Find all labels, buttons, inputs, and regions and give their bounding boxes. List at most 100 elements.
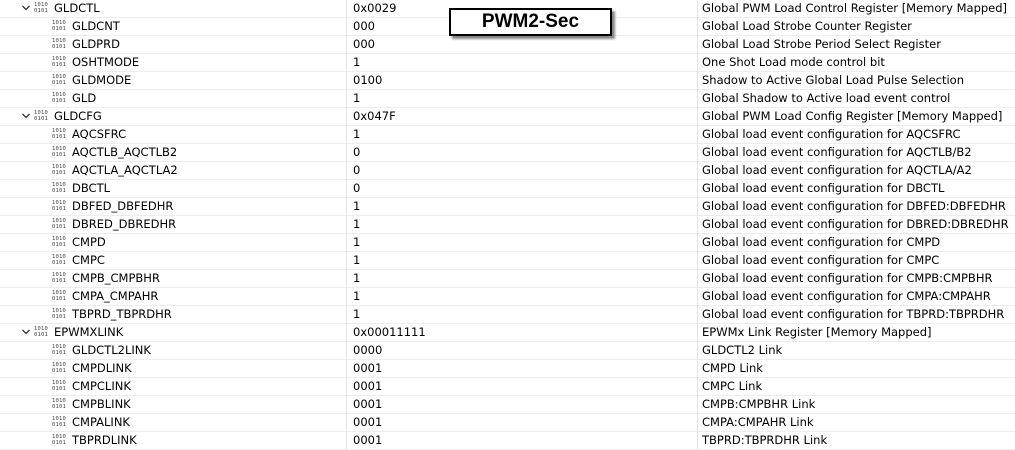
- description-cell: Global Load Strobe Counter Register: [702, 19, 912, 33]
- field-row[interactable]: 1010 0101 CMPB_CMPBHR 1 Global load event co…: [0, 270, 1015, 288]
- value-cell[interactable]: 0001: [347, 360, 697, 377]
- field-row[interactable]: 1010 0101 TBPRDLINK 0001 TBPRD:TBPRDHR Link: [0, 432, 1015, 450]
- field-row[interactable]: 1010 0101 DBFED_DBFEDHR 1 Global load event …: [0, 198, 1015, 216]
- value-cell[interactable]: 1: [347, 54, 697, 71]
- field-row[interactable]: 1010 0101 OSHTMODE 1 One Shot Load mode cont…: [0, 54, 1015, 72]
- field-name: CMPD: [72, 235, 106, 249]
- chevron-down-icon[interactable]: [20, 326, 32, 338]
- description-cell: CMPB:CMPBHR Link: [702, 397, 816, 411]
- value-cell[interactable]: 1: [347, 90, 697, 107]
- field-row[interactable]: 1010 0101 CMPA_CMPAHR 1 Global load event co…: [0, 288, 1015, 306]
- name-cell: 1010 0101 AQCTLB_AQCTLB2: [0, 144, 346, 161]
- field-row[interactable]: 1010 0101 CMPDLINK 0001 CMPD Link: [0, 360, 1015, 378]
- value-cell[interactable]: 1: [347, 252, 697, 269]
- field-row[interactable]: 1010 0101 AQCTLB_AQCTLB2 0 Global load event…: [0, 144, 1015, 162]
- name-cell: 1010 0101 CMPALINK: [0, 414, 346, 431]
- register-bits-icon: 1010 0101: [34, 326, 49, 338]
- register-bits-icon: 1010 0101: [52, 362, 67, 374]
- value-cell[interactable]: 0001: [347, 378, 697, 395]
- field-row[interactable]: 1010 0101 CMPCLINK 0001 CMPC Link: [0, 378, 1015, 396]
- field-name: OSHTMODE: [72, 55, 140, 69]
- field-row[interactable]: 1010 0101 GLD 1 Global Shadow to Active load…: [0, 90, 1015, 108]
- chevron-down-icon[interactable]: [20, 110, 32, 122]
- value-cell[interactable]: 0x00011111: [347, 324, 697, 341]
- field-row[interactable]: 1010 0101 DBCTL 0 Global load event configur…: [0, 180, 1015, 198]
- field-row[interactable]: 1010 0101 AQCSFRC 1 Global load event config…: [0, 126, 1015, 144]
- value-cell[interactable]: 1: [347, 234, 697, 251]
- column-separator[interactable]: [697, 0, 698, 450]
- field-row[interactable]: 1010 0101 GLDPRD 000 Global Load Strobe Peri…: [0, 36, 1015, 54]
- field-name: CMPA_CMPAHR: [72, 289, 159, 303]
- value-cell[interactable]: 1: [347, 288, 697, 305]
- value-cell[interactable]: 000: [347, 36, 697, 53]
- name-cell: 1010 0101 CMPCLINK: [0, 378, 346, 395]
- register-bits-icon: 1010 0101: [52, 74, 67, 86]
- value-cell[interactable]: 0: [347, 144, 697, 161]
- chevron-down-icon[interactable]: [20, 2, 32, 14]
- description-cell: CMPD Link: [702, 361, 763, 375]
- description-cell: Global PWM Load Config Register [Memory …: [702, 109, 1003, 123]
- description-cell: Global load event configuration for DBFE…: [702, 199, 1006, 213]
- name-cell: 1010 0101 DBFED_DBFEDHR: [0, 198, 346, 215]
- name-cell: 1010 0101 AQCTLA_AQCTLA2: [0, 162, 346, 179]
- value-cell[interactable]: 1: [347, 270, 697, 287]
- value-cell[interactable]: 1: [347, 126, 697, 143]
- register-bits-icon: 1010 0101: [52, 146, 67, 158]
- name-cell: 1010 0101 CMPDLINK: [0, 360, 346, 377]
- name-cell: 1010 0101 DBCTL: [0, 180, 346, 197]
- value-cell[interactable]: 0: [347, 162, 697, 179]
- register-bits-icon: 1010 0101: [34, 110, 49, 122]
- name-cell: 1010 0101 AQCSFRC: [0, 126, 346, 143]
- register-tree-table: 1010 0101 GLDCTL 0x0029 Global PWM Load Cont…: [0, 0, 1015, 450]
- register-row[interactable]: 1010 0101 EPWMXLINK 0x00011111 EPWMx Link Re…: [0, 324, 1015, 342]
- field-row[interactable]: 1010 0101 GLDCTL2LINK 0000 GLDCTL2 Link: [0, 342, 1015, 360]
- field-row[interactable]: 1010 0101 CMPC 1 Global load event configura…: [0, 252, 1015, 270]
- register-bits-icon: 1010 0101: [52, 380, 67, 392]
- register-bits-icon: 1010 0101: [52, 416, 67, 428]
- value-cell[interactable]: 1: [347, 216, 697, 233]
- name-cell: 1010 0101 DBRED_DBREDHR: [0, 216, 346, 233]
- field-row[interactable]: 1010 0101 AQCTLA_AQCTLA2 0 Global load event…: [0, 162, 1015, 180]
- field-row[interactable]: 1010 0101 CMPD 1 Global load event configura…: [0, 234, 1015, 252]
- description-cell: Global Shadow to Active load event contr…: [702, 91, 951, 105]
- register-name: GLDCFG: [54, 109, 102, 123]
- field-name: AQCSFRC: [72, 127, 127, 141]
- value-cell[interactable]: 0001: [347, 414, 697, 431]
- register-bits-icon: 1010 0101: [52, 272, 67, 284]
- value-cell[interactable]: 0001: [347, 432, 697, 449]
- description-cell: CMPC Link: [702, 379, 763, 393]
- value-cell[interactable]: 0x047F: [347, 108, 697, 125]
- column-separator[interactable]: [346, 0, 347, 450]
- name-cell: 1010 0101 CMPC: [0, 252, 346, 269]
- pwm-label-overlay: PWM2-Sec: [449, 8, 612, 36]
- value-cell[interactable]: 0000: [347, 342, 697, 359]
- field-row[interactable]: 1010 0101 CMPALINK 0001 CMPA:CMPAHR Link: [0, 414, 1015, 432]
- name-cell: 1010 0101 CMPBLINK: [0, 396, 346, 413]
- description-cell: EPWMx Link Register [Memory Mapped]: [702, 325, 932, 339]
- field-row[interactable]: 1010 0101 CMPBLINK 0001 CMPB:CMPBHR Link: [0, 396, 1015, 414]
- value-cell[interactable]: 1: [347, 198, 697, 215]
- name-cell: 1010 0101 GLDMODE: [0, 72, 346, 89]
- register-bits-icon: 1010 0101: [52, 398, 67, 410]
- register-name: GLDCTL: [54, 1, 100, 15]
- value-cell[interactable]: 0: [347, 180, 697, 197]
- name-cell: 1010 0101 CMPA_CMPAHR: [0, 288, 346, 305]
- field-name: CMPC: [72, 253, 105, 267]
- register-row[interactable]: 1010 0101 GLDCFG 0x047F Global PWM Load Conf…: [0, 108, 1015, 126]
- field-row[interactable]: 1010 0101 TBPRD_TBPRDHR 1 Global load event …: [0, 306, 1015, 324]
- field-row[interactable]: 1010 0101 GLDMODE 0100 Shadow to Active Glob…: [0, 72, 1015, 90]
- value-cell[interactable]: 1: [347, 306, 697, 323]
- value-cell[interactable]: 0001: [347, 396, 697, 413]
- name-cell: 1010 0101 GLDCFG: [0, 108, 346, 125]
- field-name: CMPBLINK: [72, 397, 131, 411]
- register-bits-icon: 1010 0101: [52, 308, 67, 320]
- description-cell: Global load event configuration for AQCT…: [702, 145, 972, 159]
- description-cell: Global load event configuration for AQCT…: [702, 163, 972, 177]
- register-bits-icon: 1010 0101: [52, 218, 67, 230]
- register-bits-icon: 1010 0101: [52, 128, 67, 140]
- field-name: AQCTLB_AQCTLB2: [72, 145, 178, 159]
- description-cell: TBPRD:TBPRDHR Link: [702, 433, 828, 447]
- value-cell[interactable]: 0100: [347, 72, 697, 89]
- field-row[interactable]: 1010 0101 DBRED_DBREDHR 1 Global load event …: [0, 216, 1015, 234]
- field-name: CMPB_CMPBHR: [72, 271, 160, 285]
